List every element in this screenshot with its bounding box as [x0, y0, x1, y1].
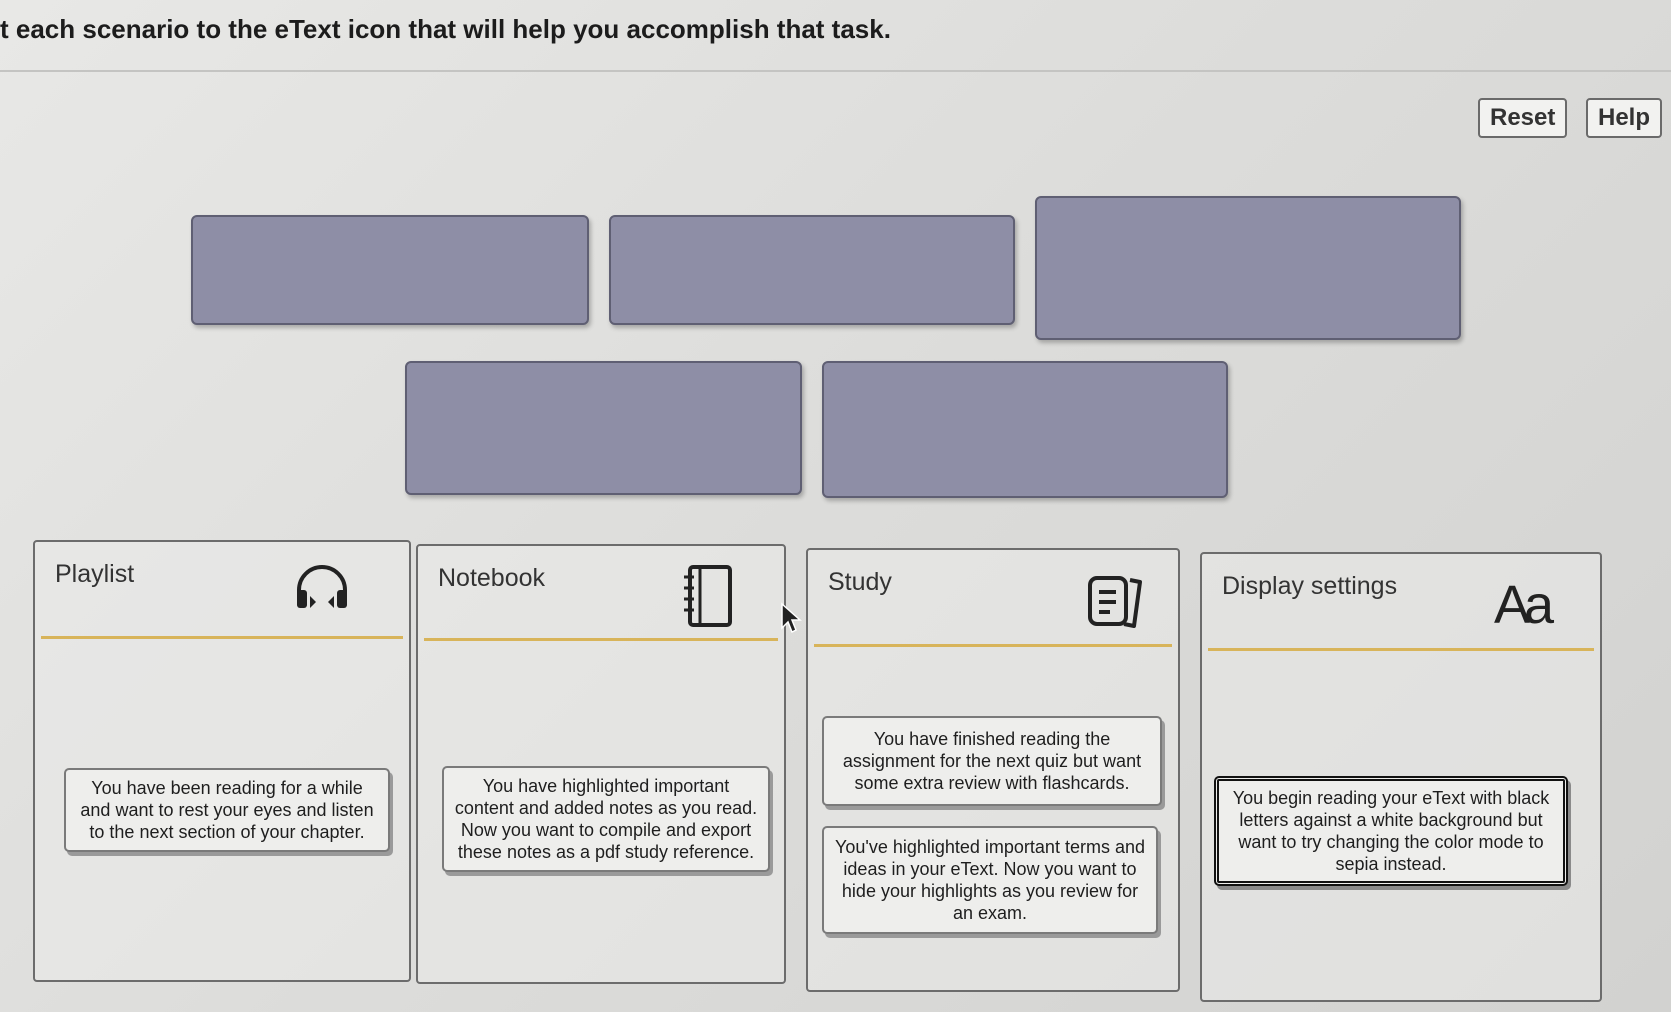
- scenario-card-notebook[interactable]: You have highlighted important content a…: [442, 766, 770, 872]
- drop-target-3[interactable]: [1035, 196, 1461, 340]
- mouse-cursor-icon: [780, 602, 802, 641]
- category-title: Notebook: [438, 564, 546, 592]
- instruction-text: t each scenario to the eText icon that w…: [0, 14, 891, 44]
- category-playlist[interactable]: Playlist: [33, 540, 411, 982]
- header-divider: [0, 70, 1671, 72]
- category-divider: [1208, 648, 1594, 651]
- scenario-card-hide-highlights[interactable]: You've highlighted important terms and i…: [822, 826, 1158, 934]
- drop-target-4[interactable]: [405, 361, 802, 495]
- category-divider: [41, 636, 403, 639]
- flashcards-icon: [1086, 572, 1148, 635]
- scenario-text: You've highlighted important terms and i…: [835, 837, 1145, 923]
- category-title: Display settings: [1222, 572, 1398, 600]
- category-title: Study: [828, 568, 892, 596]
- drop-target-1[interactable]: [191, 215, 589, 325]
- scenario-card-flashcards[interactable]: You have finished reading the assignment…: [822, 716, 1162, 806]
- drop-target-2[interactable]: [609, 215, 1015, 325]
- category-title: Playlist: [55, 560, 135, 588]
- headphones-icon: [293, 560, 351, 621]
- scenario-text: You have highlighted important content a…: [454, 776, 758, 862]
- category-notebook[interactable]: Notebook: [416, 544, 786, 984]
- scenario-card-display[interactable]: You begin reading your eText with black …: [1214, 776, 1568, 886]
- scenario-text: You have finished reading the assignment…: [842, 729, 1142, 793]
- scenario-text: You have been reading for a while and wa…: [80, 778, 374, 842]
- category-divider: [814, 644, 1172, 647]
- help-button[interactable]: Help: [1586, 98, 1663, 138]
- category-divider: [424, 638, 778, 641]
- scenario-card-playlist[interactable]: You have been reading for a while and wa…: [64, 768, 390, 852]
- scenario-text: You begin reading your eText with black …: [1232, 788, 1550, 874]
- reset-button[interactable]: Reset: [1478, 98, 1568, 138]
- drop-target-5[interactable]: [822, 361, 1228, 498]
- notebook-icon: [680, 564, 736, 633]
- font-size-icon: Aa: [1494, 575, 1554, 635]
